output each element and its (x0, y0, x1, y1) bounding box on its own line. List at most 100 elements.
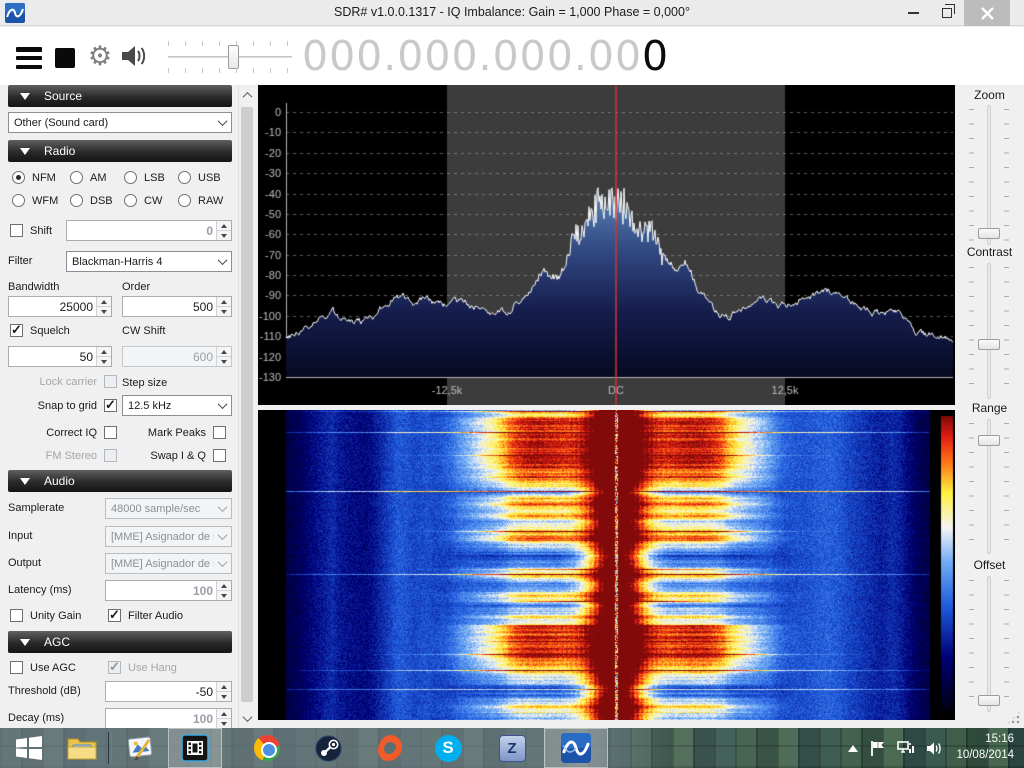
swap-iq-checkbox[interactable] (213, 449, 226, 462)
frequency-digits[interactable]: 000.000.000.00 (302, 32, 642, 80)
volume-slider[interactable] (168, 41, 292, 73)
radio-button[interactable] (12, 171, 25, 184)
radio-button[interactable] (70, 194, 83, 207)
filter-dropdown[interactable]: Blackman-Harris 4 (66, 251, 232, 272)
taskbar-file-explorer[interactable] (58, 728, 106, 768)
radio-panel-header[interactable]: Radio (8, 140, 232, 162)
filter-audio-checkbox[interactable] (108, 607, 121, 623)
mark-peaks-checkbox[interactable] (213, 426, 226, 439)
swap-iq-row[interactable]: Swap I & Q (150, 449, 226, 462)
mode-option-am[interactable]: AM (70, 171, 107, 184)
unity-gain-checkbox[interactable] (10, 609, 23, 622)
frequency-display[interactable]: 000.000.000.00 0 (302, 29, 669, 83)
sidebar-scrollbar[interactable] (238, 85, 254, 728)
squelch-spinner[interactable]: 50 (8, 346, 112, 367)
audio-mute-button[interactable] (120, 43, 152, 71)
latency-spinner[interactable]: 100 (105, 580, 232, 601)
stop-button[interactable] (55, 48, 75, 68)
radio-button[interactable] (12, 194, 25, 207)
spectrum-canvas[interactable] (258, 85, 955, 405)
mode-option-raw[interactable]: RAW (178, 194, 223, 207)
bandwidth-spinner[interactable]: 25000 (8, 296, 112, 317)
squelch-checkbox[interactable] (10, 322, 23, 338)
volume-thumb[interactable] (228, 45, 239, 69)
radio-button[interactable] (178, 171, 191, 184)
audio-panel-header[interactable]: Audio (8, 470, 232, 492)
close-button[interactable] (964, 0, 1010, 26)
zoom-slider-thumb[interactable] (978, 228, 1000, 239)
mode-option-lsb[interactable]: LSB (124, 171, 165, 184)
use-agc-checkbox[interactable] (10, 661, 23, 674)
tray-expand-button[interactable] (842, 744, 864, 752)
restore-button[interactable] (932, 0, 962, 26)
contrast-slider-thumb[interactable] (978, 339, 1000, 350)
radio-button[interactable] (70, 171, 83, 184)
spin-up-icon[interactable] (217, 581, 231, 590)
network-button[interactable] (892, 740, 920, 756)
scroll-down-icon[interactable] (239, 710, 255, 726)
waterfall-display[interactable] (258, 410, 955, 720)
correct-iq-row[interactable]: Correct IQ (46, 426, 117, 439)
unity-gain-row[interactable]: Unity Gain (10, 609, 81, 622)
mark-peaks-row[interactable]: Mark Peaks (148, 426, 226, 439)
spin-down-icon[interactable] (217, 718, 231, 728)
action-center-button[interactable] (864, 740, 892, 757)
mode-option-dsb[interactable]: DSB (70, 194, 113, 207)
use-agc-row[interactable]: Use AGC (10, 661, 76, 674)
mode-option-usb[interactable]: USB (178, 171, 221, 184)
radio-button[interactable] (124, 171, 137, 184)
range-slider[interactable] (969, 419, 1009, 554)
offset-slider[interactable] (969, 576, 1009, 712)
offset-slider-thumb[interactable] (978, 695, 1000, 706)
waterfall-canvas[interactable] (258, 410, 955, 720)
correct-iq-checkbox[interactable] (104, 426, 117, 439)
spectrum-analyzer[interactable] (258, 85, 955, 405)
frequency-active-digit[interactable]: 0 (642, 32, 669, 80)
source-device-dropdown[interactable]: Other (Sound card) (8, 112, 232, 133)
mode-option-cw[interactable]: CW (124, 194, 162, 207)
squelch-checkbox-row[interactable]: Squelch (10, 322, 70, 338)
taskbar-chrome[interactable] (240, 728, 294, 768)
shift-checkbox[interactable] (10, 224, 23, 237)
snap-to-grid-row[interactable]: Snap to grid (38, 397, 117, 413)
spin-down-icon[interactable] (97, 356, 111, 366)
taskbar-zadig[interactable]: Z (486, 728, 538, 768)
spin-up-icon[interactable] (97, 297, 111, 306)
filter-audio-row[interactable]: Filter Audio (108, 607, 183, 623)
taskbar-sdrsharp-active[interactable] (544, 728, 608, 768)
taskbar-origin[interactable] (364, 728, 416, 768)
decay-spinner[interactable]: 100 (105, 708, 232, 728)
mode-option-nfm[interactable]: NFM (12, 171, 56, 184)
spin-down-icon[interactable] (217, 306, 231, 316)
spin-up-icon[interactable] (217, 682, 231, 691)
spin-up-icon[interactable] (97, 347, 111, 356)
taskbar-clock[interactable]: 15:16 10/08/2014 (940, 731, 1020, 765)
menu-button[interactable] (16, 47, 42, 69)
spin-up-icon[interactable] (217, 709, 231, 718)
zoom-slider[interactable] (969, 105, 1009, 245)
spin-up-icon[interactable] (217, 297, 231, 306)
taskbar-skype[interactable]: S (422, 728, 474, 768)
spin-down-icon[interactable] (217, 691, 231, 701)
spin-down-icon[interactable] (97, 306, 111, 316)
shift-checkbox-row[interactable]: Shift (10, 224, 52, 237)
shift-spinner[interactable]: 0 (66, 220, 232, 241)
radio-button[interactable] (124, 194, 137, 207)
radio-button[interactable] (178, 194, 191, 207)
step-size-dropdown[interactable]: 12.5 kHz (122, 395, 232, 416)
taskbar-video-editor[interactable] (168, 728, 222, 768)
taskbar-image-editor[interactable] (116, 728, 166, 768)
spin-down-icon[interactable] (217, 590, 231, 600)
start-button[interactable] (0, 728, 58, 768)
spin-up-icon[interactable] (217, 221, 231, 230)
threshold-spinner[interactable]: -50 (105, 681, 232, 702)
settings-gear-button[interactable]: ⚙ (84, 39, 116, 73)
source-panel-header[interactable]: Source (8, 85, 232, 107)
scrollbar-thumb[interactable] (241, 107, 253, 702)
snap-to-grid-checkbox[interactable] (104, 397, 117, 413)
taskbar-steam[interactable] (302, 728, 354, 768)
scroll-up-icon[interactable] (239, 87, 255, 103)
range-slider-thumb[interactable] (978, 435, 1000, 446)
agc-panel-header[interactable]: AGC (8, 631, 232, 653)
order-spinner[interactable]: 500 (122, 296, 232, 317)
